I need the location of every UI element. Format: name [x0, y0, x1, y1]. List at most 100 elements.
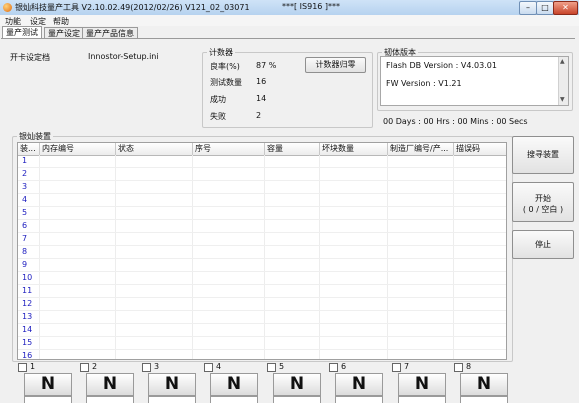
row-number: 16 — [22, 351, 33, 360]
scroll-down-icon[interactable]: ▼ — [560, 96, 565, 103]
port-number: 8 — [466, 362, 472, 371]
port-checkbox[interactable] — [18, 363, 27, 372]
port-checkbox[interactable] — [329, 363, 338, 372]
port-checkbox[interactable] — [267, 363, 276, 372]
port-progress — [210, 396, 258, 403]
start-button[interactable]: 开始 ( 0 / 空白 ) — [512, 182, 574, 222]
port-number: 1 — [30, 362, 36, 371]
close-button[interactable]: ✕ — [553, 1, 578, 15]
port-slot: 6 N — [329, 362, 385, 403]
port-checkbox[interactable] — [142, 363, 151, 372]
table-row[interactable]: 8 — [18, 246, 506, 259]
row-number: 15 — [22, 338, 33, 347]
port-progress — [86, 396, 134, 403]
counter-title: 计数器 — [207, 47, 235, 58]
port-checkbox[interactable] — [392, 363, 401, 372]
port-status-indicator[interactable]: N — [273, 373, 321, 396]
open-card-file: Innostor-Setup.ini — [88, 52, 159, 61]
port-status-indicator[interactable]: N — [24, 373, 72, 396]
row-number: 14 — [22, 325, 33, 334]
table-row[interactable]: 9 — [18, 259, 506, 272]
scroll-up-icon[interactable]: ▲ — [560, 58, 565, 65]
stop-button[interactable]: 停止 — [512, 230, 574, 259]
port-progress — [273, 396, 321, 403]
col-serial[interactable]: 序号 — [193, 143, 265, 155]
port-status-indicator[interactable]: N — [398, 373, 446, 396]
port-progress — [148, 396, 196, 403]
col-bad-blocks[interactable]: 坏块数量 — [320, 143, 388, 155]
col-error-code[interactable]: 描误码 — [454, 143, 506, 155]
success-label: 成功 — [210, 95, 226, 104]
row-number: 11 — [22, 286, 33, 295]
col-memory-id[interactable]: 内存编号 — [40, 143, 116, 155]
table-row[interactable]: 14 — [18, 324, 506, 337]
flash-db-version: Flash DB Version : V4.03.01 — [386, 61, 497, 70]
table-row[interactable]: 3 — [18, 181, 506, 194]
table-row[interactable]: 16 — [18, 350, 506, 360]
table-row[interactable]: 4 — [18, 194, 506, 207]
maximize-button[interactable]: □ — [536, 1, 554, 15]
table-row[interactable]: 6 — [18, 220, 506, 233]
port-number: 2 — [92, 362, 98, 371]
table-row[interactable]: 12 — [18, 298, 506, 311]
app-logo-icon — [3, 3, 12, 12]
col-capacity[interactable]: 容量 — [265, 143, 320, 155]
reset-counter-button[interactable]: 计数器归零 — [305, 57, 366, 73]
port-slot: 3 N — [142, 362, 198, 403]
table-row[interactable]: 5 — [18, 207, 506, 220]
port-number: 6 — [341, 362, 347, 371]
row-number: 10 — [22, 273, 33, 282]
start-button-progress: ( 0 / 空白 ) — [522, 205, 564, 214]
col-status[interactable]: 状态 — [116, 143, 193, 155]
table-row[interactable]: 10 — [18, 272, 506, 285]
row-number: 1 — [22, 156, 28, 165]
device-table: 装... 内存编号 状态 序号 容量 坏块数量 制造厂编号/产... 描误码 1… — [17, 142, 507, 360]
window-title: 银灿科技量产工具 V2.10.02.49(2012/02/26) V121_02… — [15, 3, 250, 12]
row-number: 13 — [22, 312, 33, 321]
port-progress — [24, 396, 72, 403]
minimize-button[interactable]: – — [519, 1, 537, 15]
port-slot: 5 N — [267, 362, 323, 403]
table-row[interactable]: 7 — [18, 233, 506, 246]
port-status-indicator[interactable]: N — [210, 373, 258, 396]
port-status-indicator[interactable]: N — [86, 373, 134, 396]
port-checkbox[interactable] — [80, 363, 89, 372]
table-row[interactable]: 2 — [18, 168, 506, 181]
port-number: 7 — [404, 362, 410, 371]
menu-help[interactable]: 帮助 — [53, 16, 69, 27]
row-number: 2 — [22, 169, 28, 178]
search-devices-button[interactable]: 搜寻装置 — [512, 136, 574, 174]
yield-value: 87 % — [256, 61, 277, 70]
table-row[interactable]: 13 — [18, 311, 506, 324]
table-row[interactable]: 1 — [18, 155, 506, 168]
yield-label: 良率(%) — [210, 62, 240, 71]
port-slot: 7 N — [392, 362, 448, 403]
table-row[interactable]: 15 — [18, 337, 506, 350]
col-device[interactable]: 装... — [18, 143, 40, 155]
menu-bar: 功能 设定 帮助 — [0, 15, 579, 26]
table-row[interactable]: 11 — [18, 285, 506, 298]
port-progress — [335, 396, 383, 403]
port-checkbox[interactable] — [454, 363, 463, 372]
test-count-label: 测试数量 — [210, 78, 242, 87]
device-group-title: 银灿装置 — [17, 131, 53, 142]
port-slot: 1 N — [18, 362, 74, 403]
row-number: 4 — [22, 195, 28, 204]
row-number: 3 — [22, 182, 28, 191]
version-scrollbar[interactable]: ▲ ▼ — [558, 57, 568, 105]
port-number: 5 — [279, 362, 285, 371]
port-status-indicator[interactable]: N — [460, 373, 508, 396]
port-checkbox[interactable] — [204, 363, 213, 372]
port-number: 4 — [216, 362, 222, 371]
test-count-value: 16 — [256, 77, 267, 86]
success-value: 14 — [256, 94, 267, 103]
firmware-version-list: Flash DB Version : V4.03.01 FW Version :… — [380, 56, 569, 106]
start-button-label: 开始 — [535, 194, 551, 203]
port-status-indicator[interactable]: N — [148, 373, 196, 396]
fail-label: 失败 — [210, 112, 226, 121]
port-status-indicator[interactable]: N — [335, 373, 383, 396]
fail-value: 2 — [256, 111, 262, 120]
fw-version: FW Version : V1.21 — [386, 79, 462, 88]
col-manufacturer[interactable]: 制造厂编号/产... — [388, 143, 454, 155]
open-card-label: 开卡设定档 — [10, 53, 50, 62]
